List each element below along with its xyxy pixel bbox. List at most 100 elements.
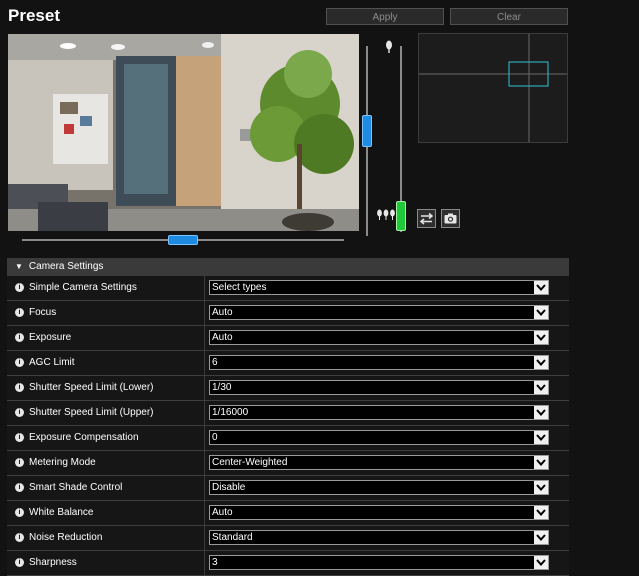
select-value: Auto (212, 507, 233, 518)
exposure-compensation-select[interactable]: 0 (209, 430, 549, 445)
apply-button[interactable]: Apply (326, 8, 444, 25)
setting-label: Sharpness (29, 557, 77, 568)
metering-mode-select[interactable]: Center-Weighted (209, 455, 549, 470)
camera-settings-header[interactable]: ▼ Camera Settings (7, 258, 569, 276)
column-divider (204, 401, 205, 425)
camera-preview[interactable] (8, 34, 359, 231)
column-divider (204, 476, 205, 500)
setting-label: Shutter Speed Limit (Upper) (29, 407, 154, 418)
chevron-down-icon (534, 506, 548, 519)
column-divider (204, 451, 205, 475)
tilt-slider-handle[interactable] (362, 115, 372, 147)
setting-label: Noise Reduction (29, 532, 103, 543)
triangle-down-icon: ▼ (15, 262, 23, 271)
column-divider (204, 526, 205, 550)
select-value: 1/30 (212, 382, 232, 393)
sharpness-select[interactable]: 3 (209, 555, 549, 570)
zoom-slider-handle[interactable] (396, 201, 406, 231)
setting-label: Simple Camera Settings (29, 282, 137, 293)
chevron-down-icon (534, 306, 548, 319)
tree-single-icon (384, 40, 394, 57)
select-value: 3 (212, 557, 218, 568)
setting-row-exposure-compensation: i Exposure Compensation 0 (7, 426, 569, 451)
chevron-down-icon (534, 456, 548, 469)
setting-label: Exposure Compensation (29, 432, 139, 443)
info-icon[interactable]: i (15, 283, 24, 292)
chevron-down-icon (534, 331, 548, 344)
chevron-down-icon (534, 431, 548, 444)
section-title: Camera Settings (28, 261, 104, 272)
minimap-grid (419, 34, 567, 142)
setting-label: White Balance (29, 507, 94, 518)
focus-select[interactable]: Auto (209, 305, 549, 320)
swap-arrows-icon (419, 212, 434, 225)
setting-label: Smart Shade Control (29, 482, 123, 493)
clear-button[interactable]: Clear (450, 8, 568, 25)
column-divider (204, 351, 205, 375)
setting-row-sharpness: i Sharpness 3 (7, 551, 569, 576)
camera-icon (444, 213, 457, 224)
column-divider (204, 301, 205, 325)
snapshot-button[interactable] (441, 209, 460, 228)
column-divider (204, 326, 205, 350)
setting-row-agc-limit: i AGC Limit 6 (7, 351, 569, 376)
info-icon[interactable]: i (15, 408, 24, 417)
column-divider (204, 376, 205, 400)
info-icon[interactable]: i (15, 483, 24, 492)
info-icon[interactable]: i (15, 533, 24, 542)
setting-label: Metering Mode (29, 457, 96, 468)
shutter-speed-lower-select[interactable]: 1/30 (209, 380, 549, 395)
simple-camera-settings-select[interactable]: Select types (209, 280, 549, 295)
setting-row-shutter-speed-limit-upper: i Shutter Speed Limit (Upper) 1/16000 (7, 401, 569, 426)
select-value: 0 (212, 432, 218, 443)
info-icon[interactable]: i (15, 458, 24, 467)
smart-shade-control-select[interactable]: Disable (209, 480, 549, 495)
select-value: Standard (212, 532, 253, 543)
setting-row-metering-mode: i Metering Mode Center-Weighted (7, 451, 569, 476)
select-value: 6 (212, 357, 218, 368)
setting-row-smart-shade-control: i Smart Shade Control Disable (7, 476, 569, 501)
chevron-down-icon (534, 531, 548, 544)
select-value: Center-Weighted (212, 457, 288, 468)
setting-row-focus: i Focus Auto (7, 301, 569, 326)
swap-button[interactable] (417, 209, 436, 228)
chevron-down-icon (534, 381, 548, 394)
select-value: Auto (212, 307, 233, 318)
info-icon[interactable]: i (15, 358, 24, 367)
setting-label: Focus (29, 307, 57, 318)
setting-label: AGC Limit (29, 357, 75, 368)
noise-reduction-select[interactable]: Standard (209, 530, 549, 545)
select-value: 1/16000 (212, 407, 249, 418)
column-divider (204, 276, 205, 300)
info-icon[interactable]: i (15, 558, 24, 567)
chevron-down-icon (534, 356, 548, 369)
chevron-down-icon (534, 281, 548, 294)
chevron-down-icon (534, 406, 548, 419)
setting-row-white-balance: i White Balance Auto (7, 501, 569, 526)
tree-group-icon (376, 209, 396, 224)
position-minimap[interactable] (418, 33, 568, 143)
exposure-select[interactable]: Auto (209, 330, 549, 345)
page-title: Preset (8, 6, 60, 25)
select-value: Select types (212, 282, 267, 293)
pan-slider-handle[interactable] (168, 235, 198, 245)
setting-row-shutter-speed-limit-lower: i Shutter Speed Limit (Lower) 1/30 (7, 376, 569, 401)
agc-limit-select[interactable]: 6 (209, 355, 549, 370)
camera-settings-list: i Simple Camera Settings Select types i … (7, 276, 569, 576)
setting-row-simple-camera-settings: i Simple Camera Settings Select types (7, 276, 569, 301)
info-icon[interactable]: i (15, 383, 24, 392)
column-divider (204, 501, 205, 525)
white-balance-select[interactable]: Auto (209, 505, 549, 520)
info-icon[interactable]: i (15, 508, 24, 517)
camera-preview-image (8, 34, 359, 231)
info-icon[interactable]: i (15, 308, 24, 317)
setting-row-noise-reduction: i Noise Reduction Standard (7, 526, 569, 551)
chevron-down-icon (534, 481, 548, 494)
setting-label: Exposure (29, 332, 72, 343)
shutter-speed-upper-select[interactable]: 1/16000 (209, 405, 549, 420)
info-icon[interactable]: i (15, 433, 24, 442)
info-icon[interactable]: i (15, 333, 24, 342)
column-divider (204, 551, 205, 575)
select-value: Disable (212, 482, 246, 493)
column-divider (204, 426, 205, 450)
